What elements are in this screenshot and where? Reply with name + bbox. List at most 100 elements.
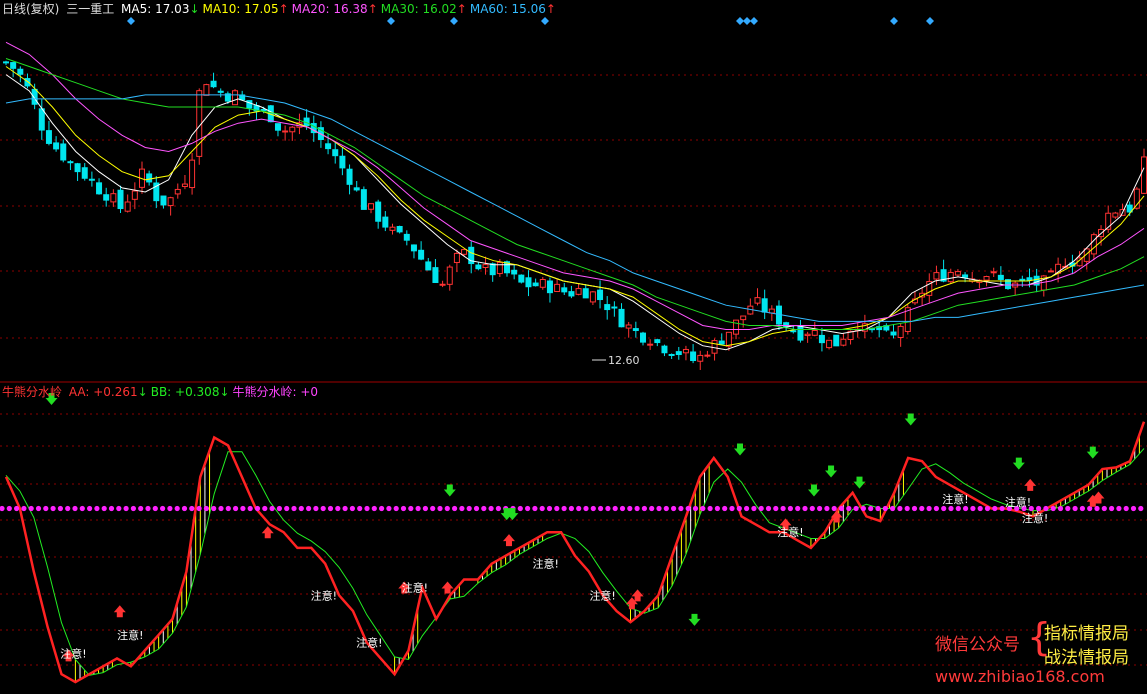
zero-line-dot [634, 505, 640, 512]
zero-line-dot [532, 505, 538, 512]
candle-body [489, 263, 496, 276]
zero-line-dot [167, 505, 173, 512]
candle-body [439, 283, 446, 286]
zero-line-dot [802, 505, 808, 512]
candle-body [568, 291, 575, 297]
zero-line-dot [809, 505, 815, 512]
zero-line-dot [1079, 505, 1085, 512]
zero-line-dot [145, 505, 151, 512]
zero-line-dot [765, 505, 772, 512]
candle-body [45, 130, 52, 144]
candle-body [110, 193, 117, 203]
zero-line-dot [619, 505, 626, 512]
zero-line-dot [868, 505, 874, 512]
note-label: 注意! [60, 647, 86, 661]
zero-line-dot [576, 505, 582, 512]
chart-canvas[interactable]: 12.60 注意! 注意! 注意! 注意! 注意! 注意! 注意! 注意! 注意! 注意! 注意! [0, 0, 1147, 694]
candle-body [482, 264, 489, 269]
sell-arrow-icon [807, 484, 820, 497]
zero-line-dot [276, 505, 282, 512]
candle-body [88, 178, 95, 181]
candle-body [711, 340, 718, 354]
sell-arrow-icon [734, 443, 747, 456]
candle-body [647, 343, 654, 346]
zero-line-dot [590, 505, 596, 512]
candle-body [546, 280, 553, 294]
zero-line-dot [948, 505, 954, 512]
candle-body [625, 324, 632, 329]
zero-line-dot [415, 505, 421, 512]
candle-body [203, 84, 210, 96]
ma-line-ma5 [5, 74, 1145, 351]
candle-body [661, 345, 668, 354]
zero-line-dot [678, 505, 684, 512]
signal-diamond-icon [743, 17, 751, 25]
candle-body [668, 353, 675, 356]
zero-line-dot [795, 505, 801, 512]
zero-line-dot [35, 505, 42, 512]
zero-line-dot [1130, 505, 1137, 512]
zero-line-dot [890, 505, 896, 512]
candle-body [611, 306, 618, 309]
zero-line-dot [123, 505, 129, 512]
candle-body [53, 142, 60, 150]
zero-line-dot [495, 505, 501, 512]
indicator-name[interactable]: 牛熊分水岭 [2, 385, 62, 399]
zero-line-dot [371, 505, 377, 512]
candle-body [589, 291, 596, 303]
candle-body [67, 161, 74, 164]
candle-body [174, 188, 181, 195]
zero-line-dot [554, 505, 560, 512]
candle-body [389, 226, 396, 231]
indicator-legend-item: AA: +0.261 [68, 385, 138, 399]
zero-line-dot [473, 505, 480, 512]
stock-name[interactable]: 三一重工 [66, 2, 114, 16]
zero-line-dot [233, 505, 239, 512]
candle-body [461, 249, 468, 255]
note-label: 注意! [942, 492, 968, 506]
arrow-up-icon: ↑ [456, 2, 467, 16]
ma-line-ma60 [5, 94, 1145, 322]
zero-line-dot [984, 505, 991, 512]
note-label: 注意! [402, 580, 428, 594]
candle-body [826, 339, 833, 349]
candle-body [160, 195, 167, 206]
zero-line-dot [714, 505, 721, 512]
zero-line-dot [189, 505, 195, 512]
buy-arrow-icon [1024, 478, 1037, 491]
candle-body [582, 288, 589, 299]
sell-arrow-icon [1012, 457, 1025, 470]
buy-arrow-icon [113, 605, 126, 618]
zero-line-dot [313, 505, 319, 512]
zero-line-dot [203, 505, 209, 512]
candle-body [725, 331, 732, 347]
zero-line-dot [941, 505, 947, 512]
note-label: 注意! [533, 557, 559, 571]
candle-body [511, 269, 518, 275]
candle-body [733, 319, 740, 335]
candle-body [103, 194, 110, 201]
watermark-line1: 指标情报局 [1044, 624, 1129, 644]
indicator-legend-item: 牛熊分水岭: +0 [232, 385, 319, 399]
zero-line-dot [1072, 505, 1078, 512]
zero-line-dot [262, 505, 268, 512]
zero-line-dot [101, 505, 107, 512]
candle-body [403, 233, 410, 241]
zero-line-dot [919, 505, 925, 512]
zero-line-dot [0, 505, 5, 512]
sell-arrow-icon [1086, 446, 1099, 459]
zero-line-dot [904, 505, 910, 512]
zero-line-dot [787, 505, 794, 512]
watermark-url: www.zhibiao168.com [935, 667, 1105, 686]
candle-body [718, 340, 725, 345]
zero-line-dot [386, 505, 392, 512]
zero-line-dot [882, 505, 888, 512]
candle-body [375, 201, 382, 222]
zero-line-dot [744, 505, 750, 512]
zero-line-dot [196, 505, 202, 512]
zero-line-dot [269, 505, 275, 512]
period-label[interactable]: 日线(复权) [2, 2, 59, 16]
candle-body [346, 168, 353, 185]
candle-body [675, 351, 682, 356]
candle-body [189, 159, 196, 189]
